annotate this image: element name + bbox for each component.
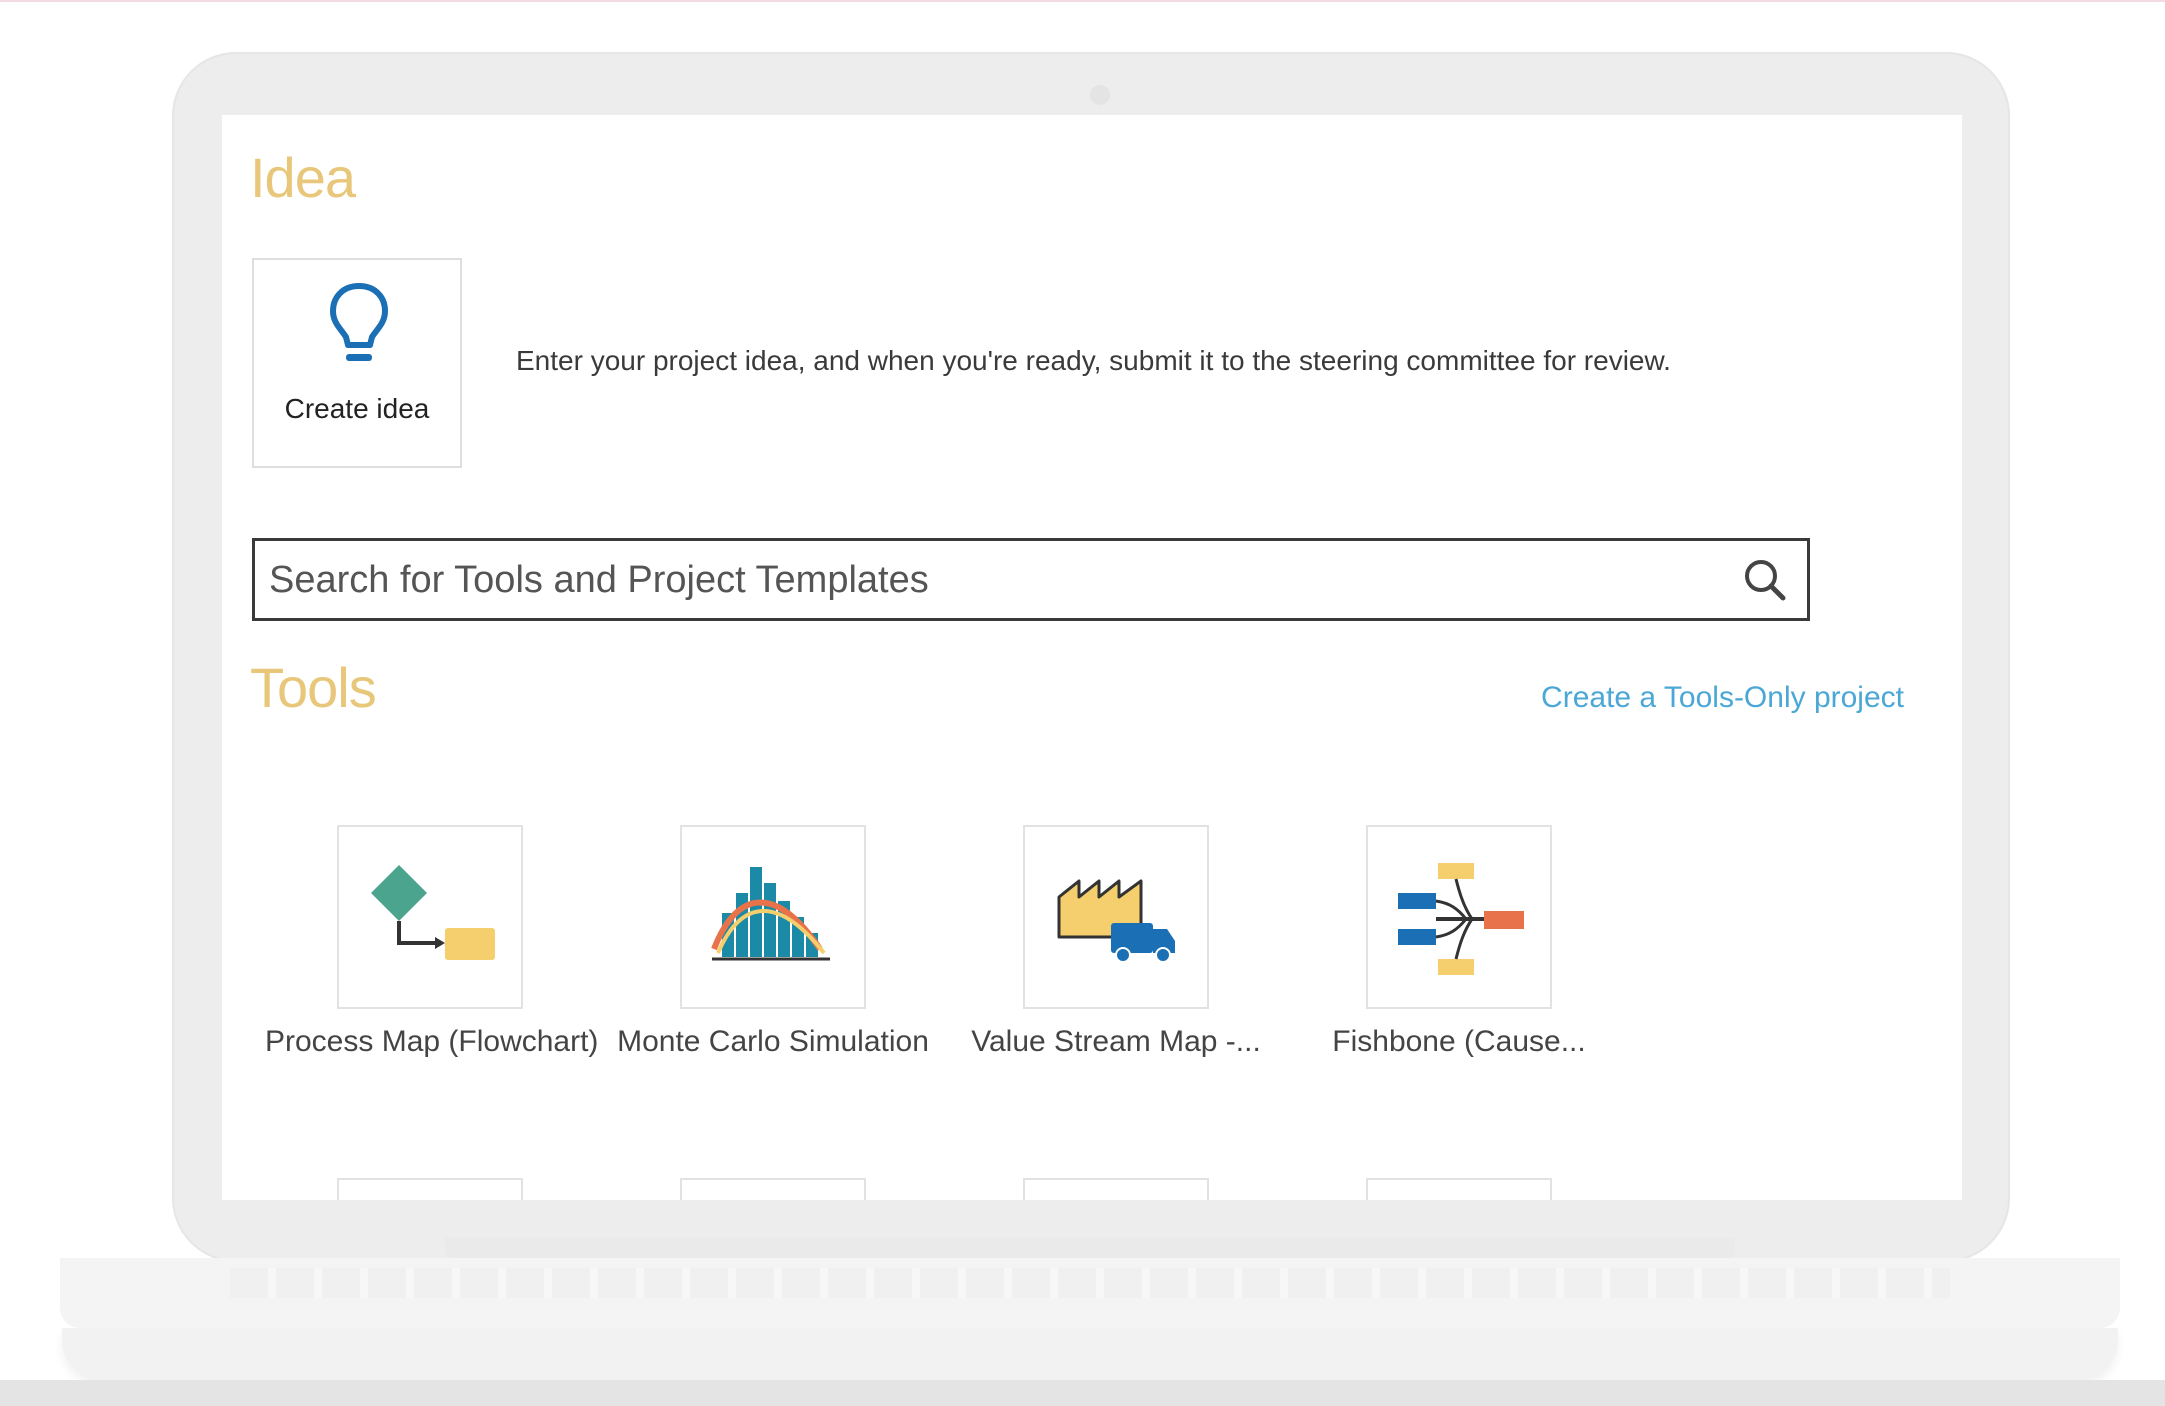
idea-section-title: Idea [250, 146, 356, 209]
tool-monte-carlo-simulation[interactable]: Monte Carlo Simulation [608, 825, 938, 1059]
laptop-camera [1090, 85, 1110, 105]
tool-label: Value Stream Map -... [971, 1025, 1261, 1058]
tool-label: Fishbone (Cause... [1332, 1025, 1586, 1058]
idea-description: Enter your project idea, and when you're… [516, 345, 1671, 376]
create-tools-only-project-link[interactable]: Create a Tools-Only project [1541, 681, 1904, 715]
search-bar [252, 538, 1810, 621]
tool-process-map[interactable]: Process Map (Flowchart) [265, 825, 599, 1059]
laptop-screen: Idea Create idea Enter your project idea… [222, 115, 1962, 1200]
tool-value-stream-map[interactable]: Value Stream Map -... [951, 825, 1281, 1059]
process-map-icon [371, 865, 495, 960]
tool-label: Process Map (Flowchart) [265, 1025, 599, 1058]
fishbone-icon [1398, 863, 1524, 975]
value-stream-map-icon [1057, 879, 1175, 963]
tool-tile-partial[interactable] [680, 1178, 866, 1200]
laptop-hinge [445, 1238, 1735, 1258]
tool-tile [680, 825, 866, 1009]
search-button[interactable] [1727, 541, 1807, 618]
tool-tile [1023, 825, 1209, 1009]
tool-tile [337, 825, 523, 1009]
bottom-strip [0, 1380, 2165, 1406]
tool-tile [1366, 825, 1552, 1009]
tool-tile-partial[interactable] [1023, 1178, 1209, 1200]
tool-tile-partial[interactable] [1366, 1178, 1552, 1200]
tool-fishbone[interactable]: Fishbone (Cause... [1294, 825, 1624, 1059]
lightbulb-icon [330, 283, 388, 361]
search-icon [1745, 560, 1786, 601]
top-border [0, 0, 2165, 2]
tool-label: Monte Carlo Simulation [617, 1025, 929, 1058]
monte-carlo-icon [711, 867, 830, 961]
search-input[interactable] [267, 541, 1711, 620]
tools-section-title: Tools [250, 656, 377, 719]
create-idea-label: Create idea [284, 393, 430, 424]
laptop-keys [230, 1268, 1950, 1298]
tool-tile-partial[interactable] [337, 1178, 523, 1200]
create-idea-button[interactable]: Create idea [252, 258, 462, 468]
laptop-base [62, 1328, 2118, 1380]
